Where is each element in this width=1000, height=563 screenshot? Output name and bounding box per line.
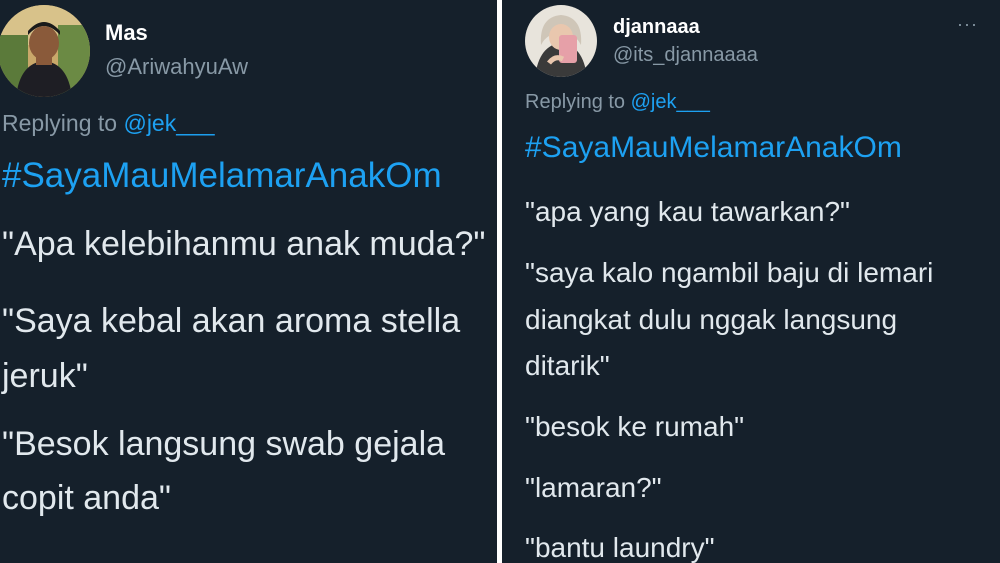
replying-to-label: Replying to [2, 110, 124, 136]
hashtag-link[interactable]: #SayaMauMelamarAnakOm [2, 156, 442, 196]
reply-mention-link[interactable]: @jek___ [123, 110, 214, 136]
avatar[interactable] [0, 5, 90, 97]
replying-to-line: Replying to @jek___ [525, 91, 710, 114]
avatar[interactable] [525, 5, 597, 77]
reply-mention-link[interactable]: @jek___ [631, 91, 710, 113]
tweet-mas: Mas @AriwahyuAw Replying to @jek___ #Say… [0, 0, 497, 563]
tweet-text-line: "saya kalo ngambil baju di lemari [525, 257, 934, 288]
tweet-text-line: "Besok langsung swab gejala [2, 425, 446, 463]
tweet-text-line: "apa yang kau tawarkan?" [525, 196, 850, 227]
tweet-text-line: "Apa kelebihanmu anak muda?" [2, 225, 486, 263]
tweet-collage: Mas @AriwahyuAw Replying to @jek___ #Say… [0, 0, 1000, 563]
more-options-icon[interactable]: ··· [957, 14, 978, 35]
replying-to-line: Replying to @jek___ [2, 110, 215, 137]
user-handle[interactable]: @its_djannaaaa [613, 44, 758, 67]
tweet-djannaaa: djannaaa @its_djannaaaa ··· Replying to … [502, 0, 1000, 563]
tweet-text-line: "besok ke rumah" [525, 411, 745, 442]
hashtag-link[interactable]: #SayaMauMelamarAnakOm [525, 131, 902, 165]
tweet-text-line: "Saya kebal akan aroma stella [2, 302, 461, 340]
tweet-text-line: diangkat dulu nggak langsung [525, 304, 898, 335]
tweet-text-line: "lamaran?" [525, 472, 662, 503]
tweet-text-line: ditarik" [525, 350, 610, 381]
tweet-text-line: copit anda" [2, 479, 171, 517]
display-name[interactable]: Mas [105, 20, 148, 46]
tweet-text-line: jeruk" [2, 357, 88, 395]
display-name[interactable]: djannaaa [613, 16, 700, 39]
tweet-text-line: "bantu laundry" [525, 532, 715, 563]
user-handle[interactable]: @AriwahyuAw [105, 54, 248, 80]
replying-to-label: Replying to [525, 91, 631, 113]
